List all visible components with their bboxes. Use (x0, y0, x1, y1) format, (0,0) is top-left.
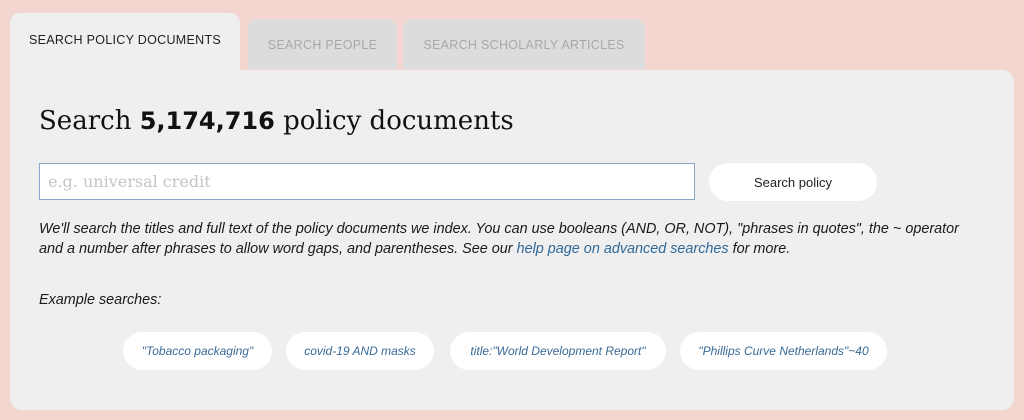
example-search-chip[interactable]: "Tobacco packaging" (123, 332, 272, 370)
tab-search-policy-documents[interactable]: SEARCH POLICY DOCUMENTS (10, 13, 240, 75)
help-text-part-1: We'll search the titles and full text of… (39, 221, 959, 257)
title-suffix: policy documents (274, 106, 514, 136)
examples-label: Example searches: (39, 292, 162, 308)
page-title: Search 5,174,716 policy documents (39, 106, 514, 136)
example-search-chip[interactable]: title:"World Development Report" (450, 332, 666, 370)
tab-search-people[interactable]: SEARCH PEOPLE (248, 19, 397, 69)
help-text-part-2: for more. (728, 240, 791, 257)
document-count: 5,174,716 (139, 107, 275, 135)
advanced-search-help-link[interactable]: help page on advanced searches (517, 241, 729, 257)
title-prefix: Search (39, 106, 140, 136)
search-panel: Search 5,174,716 policy documents Search… (10, 70, 1014, 410)
search-input[interactable] (39, 163, 695, 200)
example-search-chip[interactable]: covid-19 AND masks (286, 332, 434, 370)
tab-search-scholarly-articles[interactable]: SEARCH SCHOLARLY ARTICLES (403, 19, 645, 69)
example-search-chip[interactable]: "Phillips Curve Netherlands"~40 (680, 332, 887, 370)
search-policy-button[interactable]: Search policy (709, 163, 877, 201)
help-text: We'll search the titles and full text of… (39, 220, 979, 259)
